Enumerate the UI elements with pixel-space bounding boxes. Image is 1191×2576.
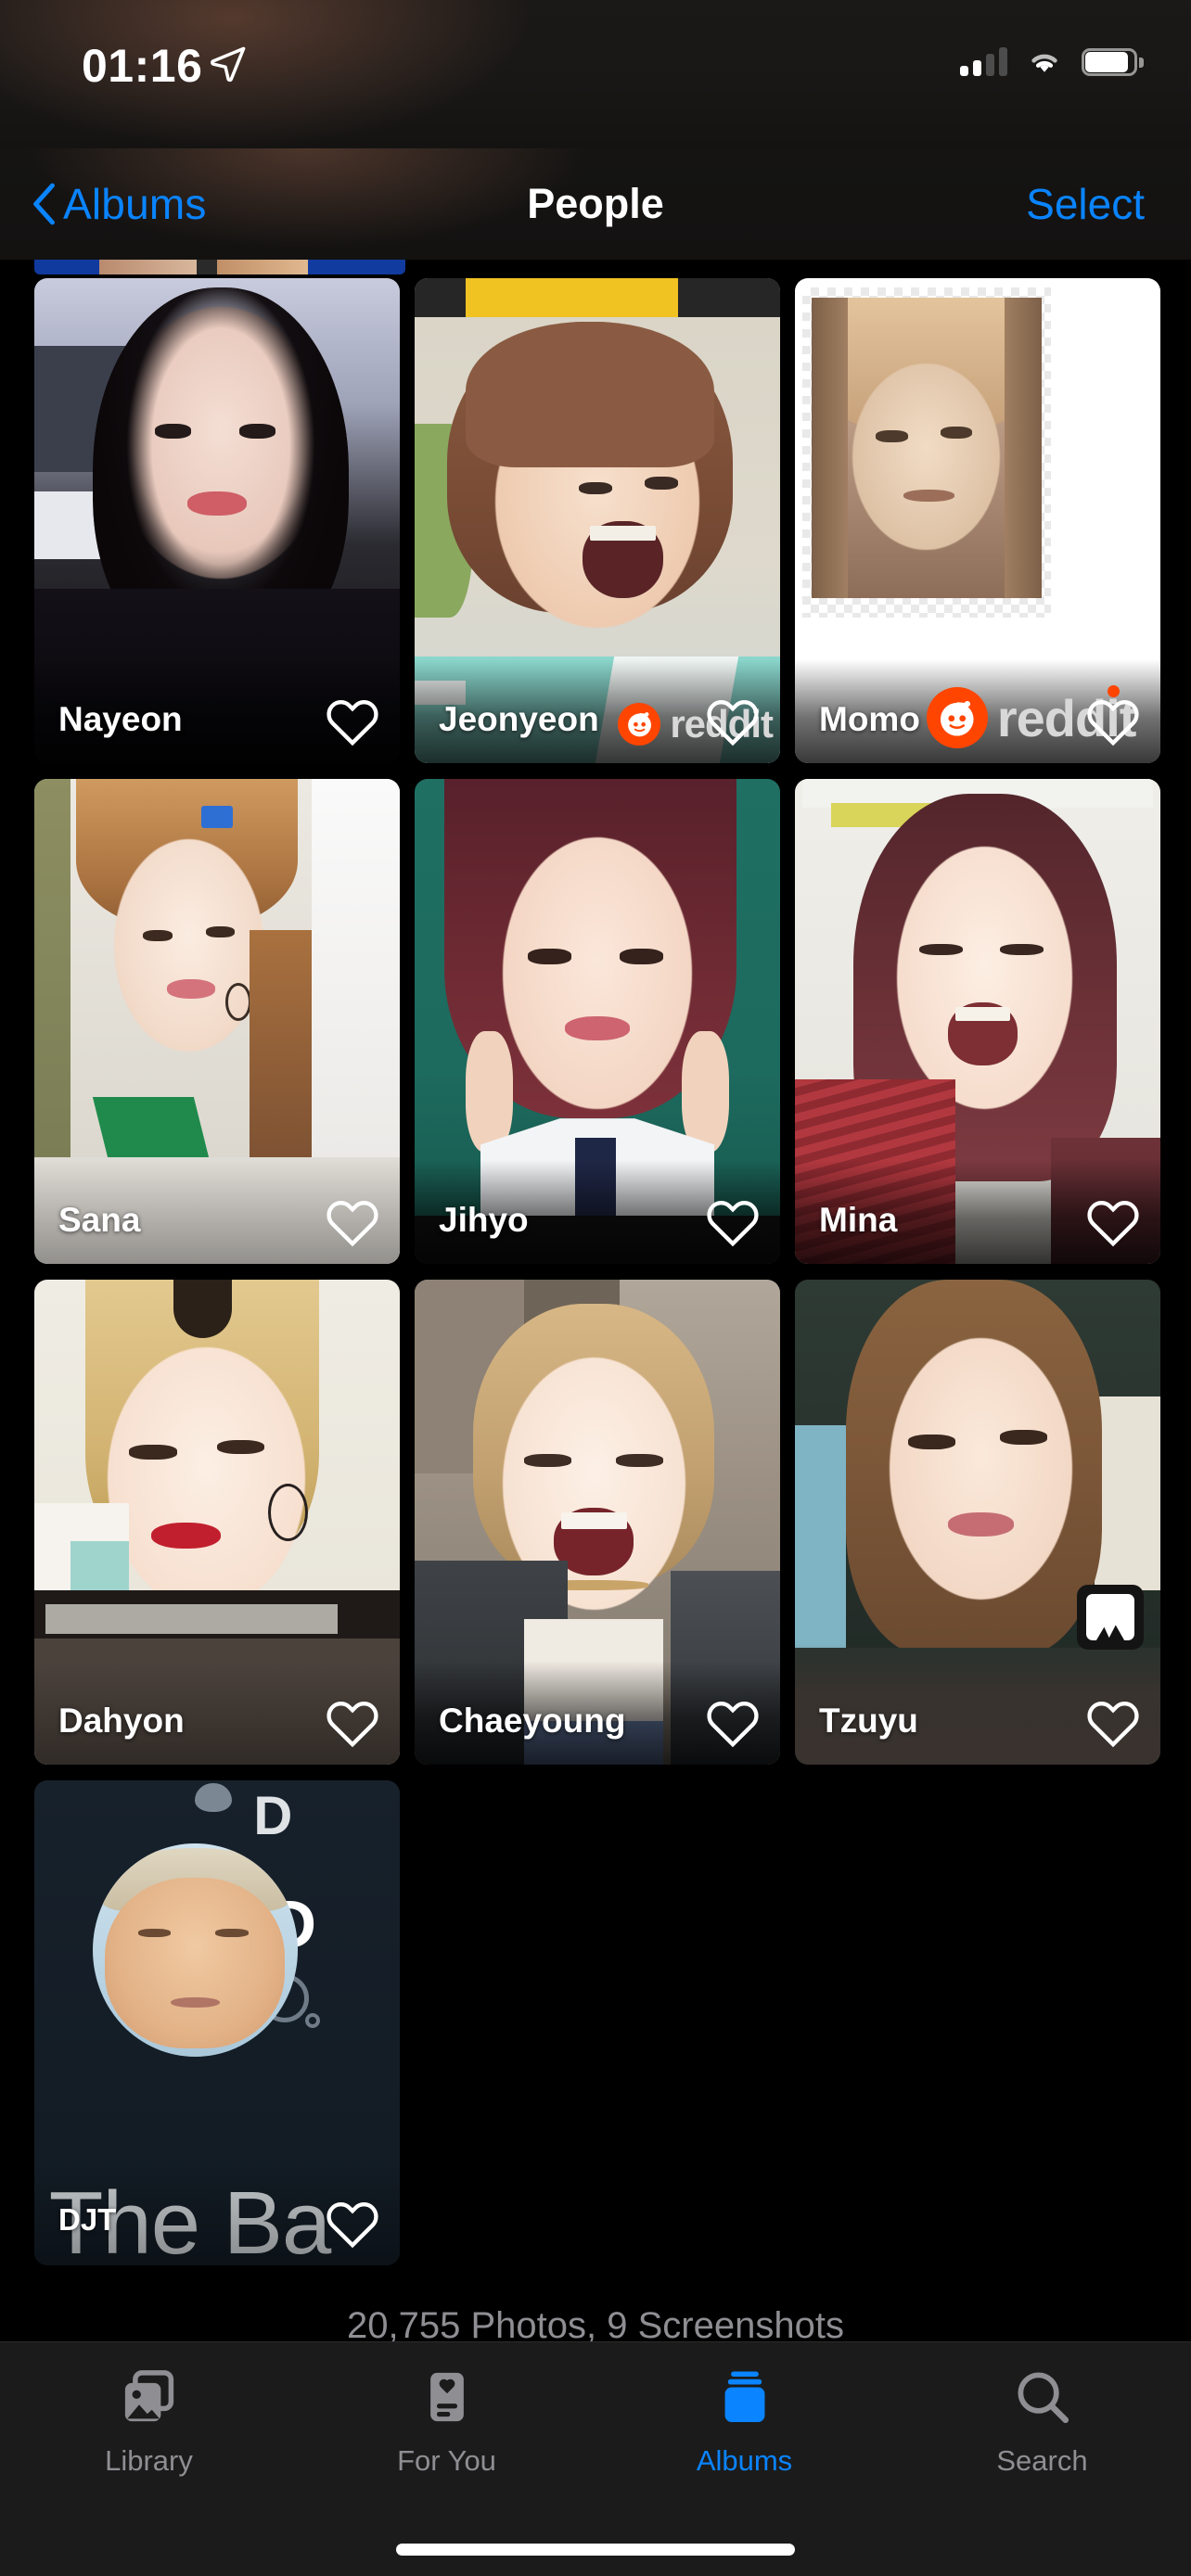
person-name: Sana [58, 1201, 141, 1239]
photos-app-badge-icon [1077, 1585, 1144, 1650]
people-scroll-area[interactable]: Nayeon reddit Jeonyeon reddi t Momo Sana… [0, 260, 1191, 2341]
wifi-icon [1031, 54, 1057, 72]
tab-bar: Library For You Albums Search [0, 2341, 1191, 2576]
tab-label: For You [397, 2444, 496, 2477]
select-button[interactable]: Select [1026, 179, 1145, 229]
heart-outline-icon[interactable] [1086, 698, 1140, 746]
page-title: People [527, 180, 664, 227]
person-name: Tzuyu [819, 1702, 918, 1740]
heart-outline-icon[interactable] [706, 1700, 760, 1748]
tab-albums[interactable]: Albums [596, 2366, 893, 2478]
tab-label: Library [105, 2444, 193, 2477]
home-indicator[interactable] [396, 2544, 795, 2556]
person-name: Jeonyeon [439, 700, 599, 738]
tab-label: Albums [696, 2444, 793, 2477]
person-card[interactable]: Jihyo [415, 779, 780, 1264]
heart-outline-icon[interactable] [326, 1700, 379, 1748]
person-name: Chaeyoung [439, 1702, 626, 1740]
person-name: Mina [819, 1201, 898, 1239]
tab-for-you[interactable]: For You [298, 2366, 596, 2478]
navigation-bar: Albums People Select [0, 148, 1191, 260]
magnifier-icon [1017, 2372, 1069, 2424]
status-bar-indicators [960, 46, 1144, 76]
people-grid: Nayeon reddit Jeonyeon reddi t Momo Sana… [0, 278, 1191, 2265]
person-name: Nayeon [58, 700, 183, 738]
cellular-signal-icon [960, 46, 1007, 76]
tab-search[interactable]: Search [893, 2366, 1191, 2478]
heart-outline-icon[interactable] [326, 2200, 379, 2249]
heart-outline-icon[interactable] [1086, 1700, 1140, 1748]
location-arrow-icon [211, 46, 246, 83]
person-card[interactable]: Chaeyoung [415, 1280, 780, 1765]
battery-icon [1082, 48, 1144, 76]
tab-library[interactable]: Library [0, 2366, 298, 2478]
heart-outline-icon[interactable] [706, 698, 760, 746]
person-card[interactable]: D D The Ba DJT [34, 1780, 400, 2265]
person-card[interactable]: reddi t Momo [795, 278, 1160, 763]
for-you-card-icon [429, 2372, 464, 2422]
person-card[interactable]: Tzuyu [795, 1280, 1160, 1765]
photos-library-icon [124, 2370, 173, 2422]
library-count-label: 20,755 Photos, 9 Screenshots [347, 2305, 844, 2341]
status-bar-time: 01:16 [82, 40, 203, 92]
person-name: Dahyon [58, 1702, 185, 1740]
heart-outline-icon[interactable] [326, 1199, 379, 1247]
tab-label: Search [996, 2444, 1088, 2477]
person-name: Jihyo [439, 1201, 529, 1239]
heart-outline-icon[interactable] [1086, 1199, 1140, 1247]
person-name: DJT [58, 2202, 117, 2237]
person-card[interactable]: Dahyon [34, 1280, 400, 1765]
person-card[interactable]: Sana [34, 779, 400, 1264]
previous-row-sliver [34, 260, 405, 274]
person-card[interactable]: Mina [795, 779, 1160, 1264]
heart-outline-icon[interactable] [706, 1199, 760, 1247]
status-bar: 01:16 [0, 0, 1191, 148]
person-name: Momo [819, 700, 920, 738]
person-card[interactable]: reddit Jeonyeon [415, 278, 780, 763]
person-card[interactable]: Nayeon [34, 278, 400, 763]
heart-outline-icon[interactable] [326, 698, 379, 746]
albums-stack-icon [724, 2371, 764, 2422]
